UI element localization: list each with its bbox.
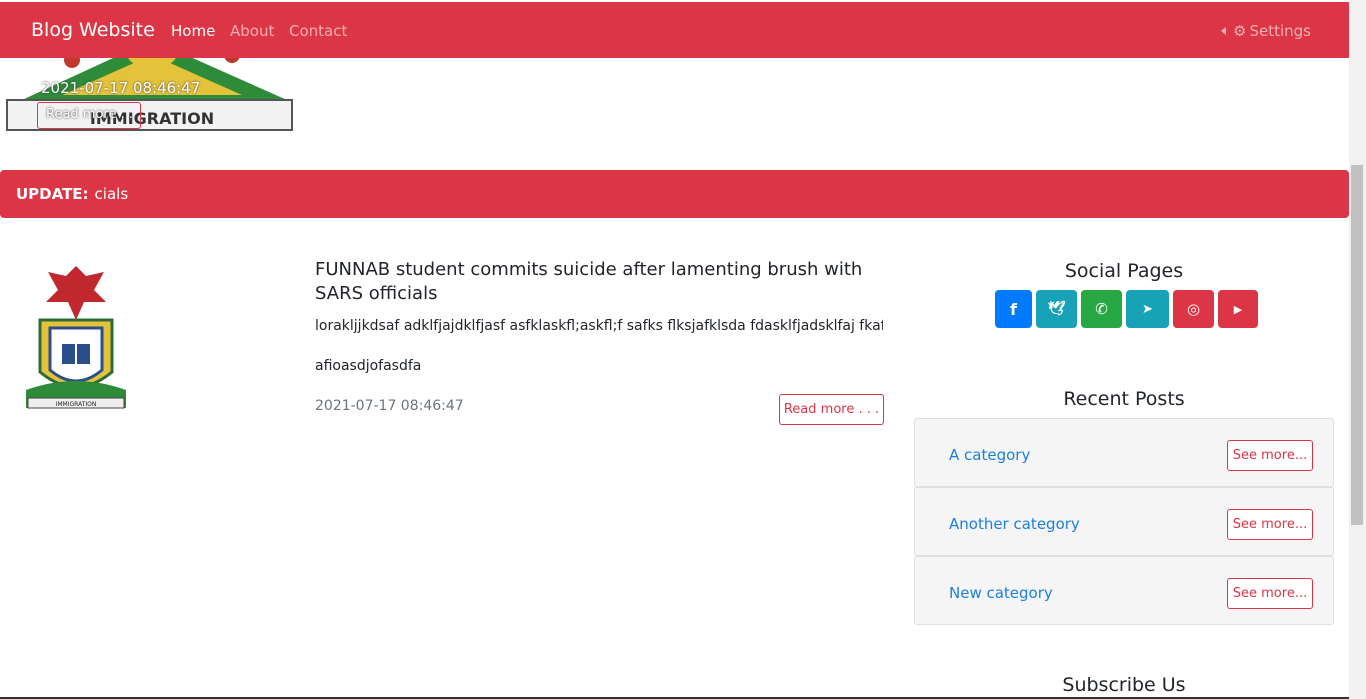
see-more-button[interactable]: See more... <box>1227 440 1313 471</box>
recent-post-item: New category See more... <box>914 556 1334 625</box>
see-more-button[interactable]: See more... <box>1227 509 1313 540</box>
update-ticker: UPDATE: cials <box>0 170 1349 218</box>
post-date: 2021-07-17 08:46:47 <box>315 398 464 414</box>
whatsapp-icon: ✆ <box>1095 300 1108 318</box>
post-read-more-button[interactable]: Read more . . . <box>779 394 884 425</box>
update-text[interactable]: cials <box>95 185 129 203</box>
nav-contact[interactable]: Contact <box>289 22 347 40</box>
svg-text:IMMIGRATION: IMMIGRATION <box>56 401 97 408</box>
nav-home[interactable]: Home <box>171 22 215 40</box>
nav-about[interactable]: About <box>230 22 274 40</box>
subscribe-heading: Subscribe Us <box>1062 674 1186 696</box>
recent-post-item: Another category See more... <box>914 487 1334 556</box>
recent-posts-list: A category See more... Another category … <box>914 418 1334 625</box>
post-excerpt: lorakljjkdsaf adklfjajdklfjasf asfklaskf… <box>315 318 883 334</box>
instagram-icon: ◎ <box>1186 300 1201 318</box>
gear-icon: ⚙ <box>1233 22 1247 40</box>
facebook-icon: f <box>1010 299 1017 319</box>
facebook-button[interactable]: f <box>995 290 1032 328</box>
page-scrollbar[interactable] <box>1349 0 1366 699</box>
instagram-button[interactable]: ◎ <box>1173 290 1214 328</box>
social-pages-heading: Social Pages <box>1064 260 1184 282</box>
see-more-button[interactable]: See more... <box>1227 578 1313 609</box>
recent-post-link[interactable]: Another category <box>949 515 1080 533</box>
youtube-button[interactable]: ▶ <box>1218 290 1258 328</box>
twitter-button[interactable]: 🕊 <box>1036 290 1077 328</box>
social-buttons: f 🕊 ✆ ➤ ◎ ▶ <box>995 290 1258 328</box>
telegram-button[interactable]: ➤ <box>1126 290 1169 328</box>
whatsapp-button[interactable]: ✆ <box>1081 290 1122 328</box>
caret-left-icon <box>1221 27 1226 35</box>
twitter-icon: 🕊 <box>1047 301 1066 317</box>
recent-post-link[interactable]: New category <box>949 584 1053 602</box>
post-excerpt-line2: afioasdjofasdfa <box>315 358 422 374</box>
settings-dropdown[interactable]: ⚙ Settings <box>1221 22 1311 40</box>
scrollbar-thumb[interactable] <box>1351 165 1363 525</box>
hero-date: 2021-07-17 08:46:47 <box>41 79 201 97</box>
settings-label: Settings <box>1249 22 1311 40</box>
top-navbar: Blog Website Home About Contact ⚙ Settin… <box>0 2 1349 58</box>
post-thumbnail[interactable]: IMMIGRATION <box>18 262 134 414</box>
brand-link[interactable]: Blog Website <box>31 19 155 41</box>
telegram-icon: ➤ <box>1142 301 1153 317</box>
post-title[interactable]: FUNNAB student commits suicide after lam… <box>315 258 885 306</box>
hero-read-more-button[interactable]: Read more . . . <box>37 102 141 129</box>
recent-posts-heading: Recent Posts <box>1063 388 1185 410</box>
update-label: UPDATE: <box>16 185 89 203</box>
recent-post-item: A category See more... <box>914 418 1334 487</box>
youtube-icon: ▶ <box>1233 302 1243 316</box>
recent-post-link[interactable]: A category <box>949 446 1030 464</box>
